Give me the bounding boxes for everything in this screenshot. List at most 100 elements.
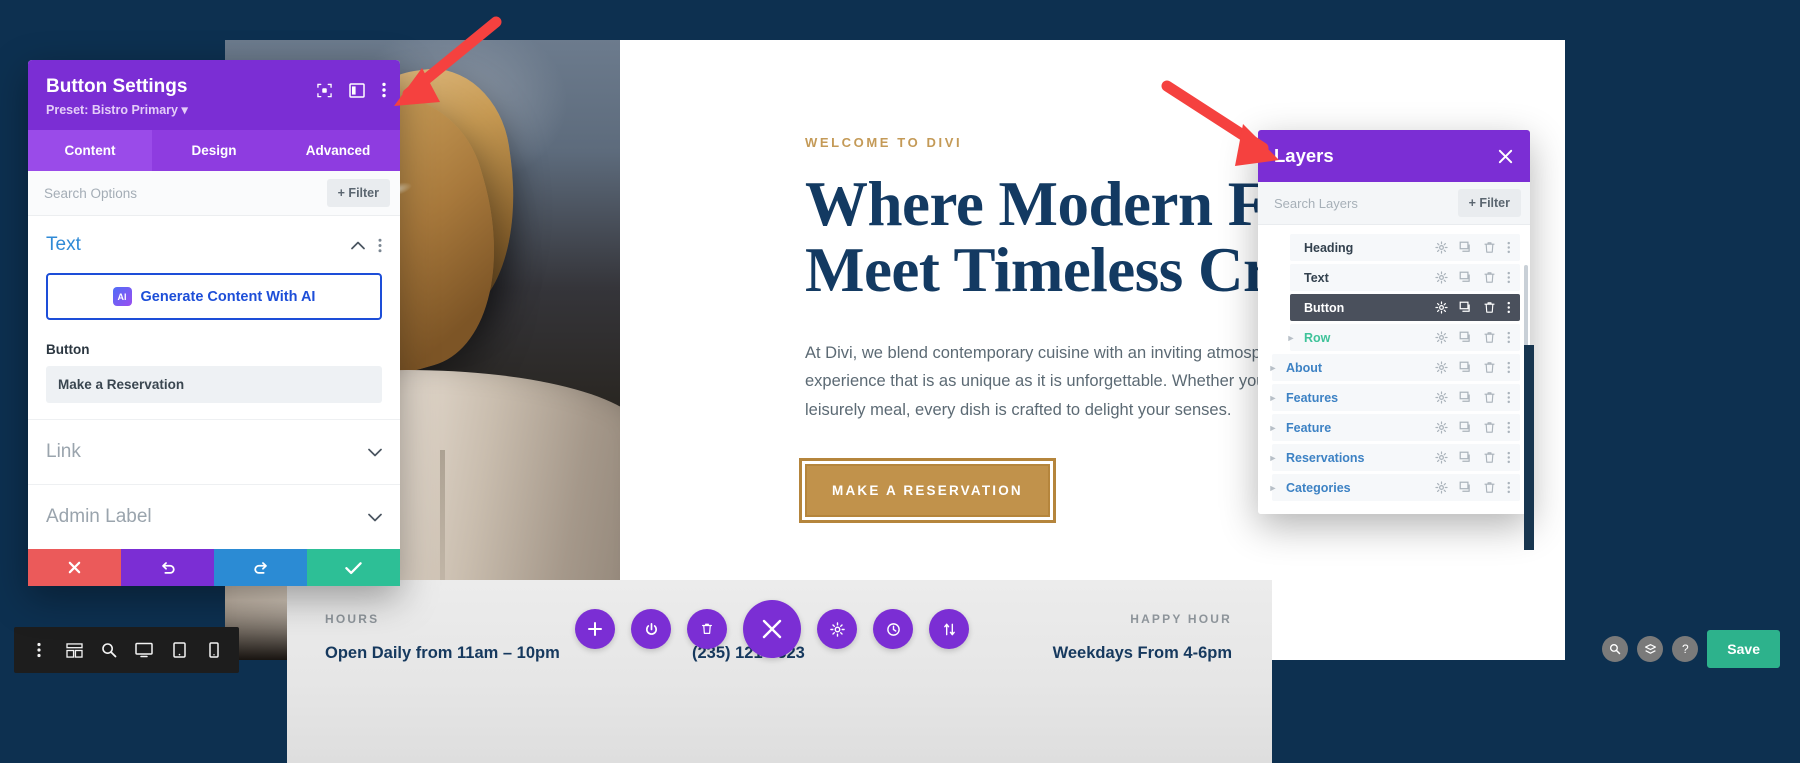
duplicate-icon[interactable]: [1459, 481, 1472, 494]
gear-icon[interactable]: [1434, 331, 1448, 344]
undo-button[interactable]: [121, 549, 214, 586]
layer-row-heading[interactable]: Heading: [1290, 234, 1520, 261]
caret-right-icon[interactable]: ►: [1266, 483, 1280, 493]
trash-icon[interactable]: [1483, 301, 1496, 314]
trash-icon[interactable]: [1483, 421, 1496, 434]
more-vertical-icon[interactable]: [1507, 421, 1511, 434]
layer-row-icons: [1434, 241, 1521, 254]
duplicate-icon[interactable]: [1459, 301, 1472, 314]
tab-design[interactable]: Design: [152, 130, 276, 171]
power-icon[interactable]: [631, 609, 671, 649]
close-icon[interactable]: [743, 600, 801, 658]
gear-icon[interactable]: [1434, 301, 1448, 314]
more-vertical-icon[interactable]: [1507, 301, 1511, 314]
focus-icon[interactable]: [317, 83, 332, 98]
trash-icon[interactable]: [1483, 361, 1496, 374]
layer-row-reservations[interactable]: ► Reservations: [1269, 444, 1520, 471]
layer-row-feature[interactable]: ► Feature: [1269, 414, 1520, 441]
gear-icon[interactable]: [1434, 451, 1448, 464]
layer-label: Text: [1304, 270, 1329, 285]
wireframe-icon[interactable]: [59, 635, 89, 665]
caret-right-icon[interactable]: ►: [1284, 333, 1298, 343]
button-text-input[interactable]: [46, 366, 382, 403]
gear-icon[interactable]: [1434, 241, 1448, 254]
duplicate-icon[interactable]: [1459, 331, 1472, 344]
sort-icon[interactable]: [929, 609, 969, 649]
more-vertical-icon[interactable]: [1507, 451, 1511, 464]
mobile-icon[interactable]: [199, 635, 229, 665]
duplicate-icon[interactable]: [1459, 421, 1472, 434]
more-vertical-icon[interactable]: [382, 82, 386, 98]
more-vertical-icon[interactable]: [378, 238, 382, 253]
more-vertical-icon[interactable]: [1507, 481, 1511, 494]
search-options-input[interactable]: [42, 184, 327, 202]
trash-icon[interactable]: [1483, 451, 1496, 464]
section-link[interactable]: Link: [28, 419, 400, 484]
duplicate-icon[interactable]: [1459, 271, 1472, 284]
search-icon[interactable]: [1602, 636, 1629, 662]
layers-scrollbar[interactable]: [1524, 265, 1528, 355]
layers-icon[interactable]: [1637, 636, 1664, 662]
layer-row-row[interactable]: ► Row: [1287, 324, 1520, 351]
trash-icon[interactable]: [1483, 271, 1496, 284]
trash-icon[interactable]: [1483, 481, 1496, 494]
layer-row-features[interactable]: ► Features: [1269, 384, 1520, 411]
trash-icon[interactable]: [1483, 241, 1496, 254]
search-layers-input[interactable]: [1272, 194, 1458, 212]
more-vertical-icon[interactable]: [1507, 361, 1511, 374]
layers-filter-button[interactable]: + Filter: [1457, 189, 1521, 217]
gear-icon[interactable]: [1434, 421, 1448, 434]
caret-right-icon[interactable]: ►: [1266, 423, 1280, 433]
info-hours: HOURS Open Daily from 11am – 10pm: [325, 612, 560, 663]
history-icon[interactable]: [873, 609, 913, 649]
chevron-down-icon: ▾: [181, 103, 188, 117]
save-settings-button[interactable]: [307, 549, 400, 586]
settings-modal-header: Button Settings Preset: Bistro Primary ▾: [28, 60, 400, 130]
caret-right-icon[interactable]: ►: [1266, 393, 1280, 403]
layer-row-about[interactable]: ► About: [1269, 354, 1520, 381]
chevron-up-icon[interactable]: [351, 241, 365, 250]
layer-row-categories[interactable]: ► Categories: [1269, 474, 1520, 501]
duplicate-icon[interactable]: [1459, 451, 1472, 464]
filter-button[interactable]: + Filter: [326, 179, 390, 207]
button-field-label: Button: [46, 342, 90, 357]
divi-builder-screen: WELCOME TO DIVI Where Modern Flavors Mee…: [0, 0, 1800, 763]
tablet-icon[interactable]: [164, 635, 194, 665]
save-button[interactable]: Save: [1707, 630, 1780, 668]
add-icon[interactable]: [575, 609, 615, 649]
tab-advanced[interactable]: Advanced: [276, 130, 400, 171]
more-vertical-icon[interactable]: [24, 635, 54, 665]
more-vertical-icon[interactable]: [1507, 241, 1511, 254]
trash-icon[interactable]: [1483, 391, 1496, 404]
gear-icon[interactable]: [1434, 271, 1448, 284]
chevron-down-icon: [368, 513, 382, 522]
gear-icon[interactable]: [1434, 481, 1448, 494]
layer-row-text[interactable]: Text: [1290, 264, 1520, 291]
layout-icon[interactable]: [349, 82, 365, 98]
more-vertical-icon[interactable]: [1507, 271, 1511, 284]
help-icon[interactable]: ?: [1672, 636, 1699, 662]
more-vertical-icon[interactable]: [1507, 391, 1511, 404]
trash-icon[interactable]: [1483, 331, 1496, 344]
tab-content[interactable]: Content: [28, 130, 152, 171]
trash-icon[interactable]: [687, 609, 727, 649]
duplicate-icon[interactable]: [1459, 391, 1472, 404]
cancel-button[interactable]: [28, 549, 121, 586]
gear-icon[interactable]: [1434, 361, 1448, 374]
make-a-reservation-button[interactable]: MAKE A RESERVATION: [799, 458, 1056, 524]
generate-content-with-ai-button[interactable]: AI Generate Content With AI: [46, 273, 382, 320]
duplicate-icon[interactable]: [1459, 241, 1472, 254]
close-icon[interactable]: [1497, 148, 1514, 165]
redo-button[interactable]: [214, 549, 307, 586]
gear-icon[interactable]: [1434, 391, 1448, 404]
caret-right-icon[interactable]: ►: [1266, 363, 1280, 373]
duplicate-icon[interactable]: [1459, 361, 1472, 374]
caret-right-icon[interactable]: ►: [1266, 453, 1280, 463]
preset-selector[interactable]: Preset: Bistro Primary ▾: [46, 102, 382, 117]
desktop-icon[interactable]: [129, 635, 159, 665]
gear-icon[interactable]: [817, 609, 857, 649]
more-vertical-icon[interactable]: [1507, 331, 1511, 344]
zoom-icon[interactable]: [94, 635, 124, 665]
layer-row-button[interactable]: Button: [1290, 294, 1520, 321]
section-admin-label[interactable]: Admin Label: [28, 484, 400, 549]
